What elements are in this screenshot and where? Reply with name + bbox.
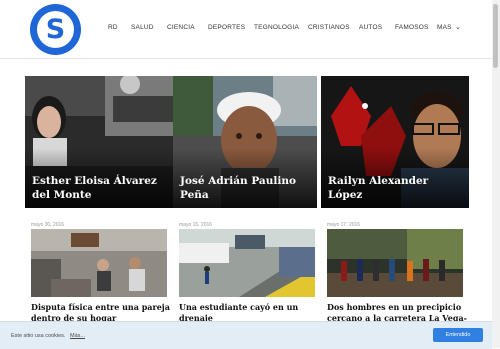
featured-card-3[interactable]: Railyn Alexander López xyxy=(321,76,469,208)
article-date-2: mayo 15, 2016 xyxy=(179,222,213,228)
nav-item-deportes[interactable]: DEPORTES xyxy=(208,24,245,31)
nav-item-famosos[interactable]: FAMOSOS xyxy=(395,24,429,31)
nav-item-cristianos[interactable]: CRISTIANOS xyxy=(308,24,350,31)
nav-item-autos[interactable]: AUTOS xyxy=(359,24,382,31)
logo-letter: S xyxy=(45,14,66,45)
article-thumb-3[interactable] xyxy=(327,229,463,297)
article-thumb-1[interactable] xyxy=(31,229,167,297)
article-date-1: mayo 30, 2016 xyxy=(31,222,65,228)
article-image-1 xyxy=(31,229,167,297)
nav-item-mas[interactable]: MAS xyxy=(437,24,452,31)
cookie-text: Este sitio usa cookies. xyxy=(11,333,66,339)
featured-card-2[interactable]: José Adrián Paulino Peña xyxy=(173,76,317,208)
article-image-3 xyxy=(327,229,463,297)
scrollbar[interactable] xyxy=(492,0,500,348)
logo-ring: S xyxy=(37,11,74,48)
site-logo[interactable]: S xyxy=(30,4,81,55)
nav-item-salud[interactable]: SALUD xyxy=(131,24,154,31)
chevron-down-icon[interactable]: ⌄ xyxy=(455,23,461,31)
article-date-3: mayo 17, 2016 xyxy=(327,222,361,228)
nav-item-ciencia[interactable]: CIENCIA xyxy=(167,24,195,31)
article-thumb-2[interactable] xyxy=(179,229,315,297)
featured-title-1[interactable]: Esther Eloisa Álvarez del Monte xyxy=(32,174,167,202)
featured-title-3[interactable]: Railyn Alexander López xyxy=(328,174,463,202)
scrollbar-thumb[interactable] xyxy=(493,4,498,68)
cookie-more-link[interactable]: Más... xyxy=(70,333,85,339)
article-image-2 xyxy=(179,229,315,297)
featured-card-1[interactable]: Esther Eloisa Álvarez del Monte xyxy=(25,76,173,208)
site-header: S RD SALUD CIENCIA DEPORTES TEGNOLOGIA C… xyxy=(0,0,492,59)
cookie-banner: Este sitio usa cookies. Más... Entendido xyxy=(0,321,492,349)
featured-title-2[interactable]: José Adrián Paulino Peña xyxy=(180,174,311,202)
nav-item-tegnologia[interactable]: TEGNOLOGIA xyxy=(254,24,299,31)
cookie-accept-button[interactable]: Entendido xyxy=(433,328,483,342)
nav-item-rd[interactable]: RD xyxy=(108,24,118,31)
